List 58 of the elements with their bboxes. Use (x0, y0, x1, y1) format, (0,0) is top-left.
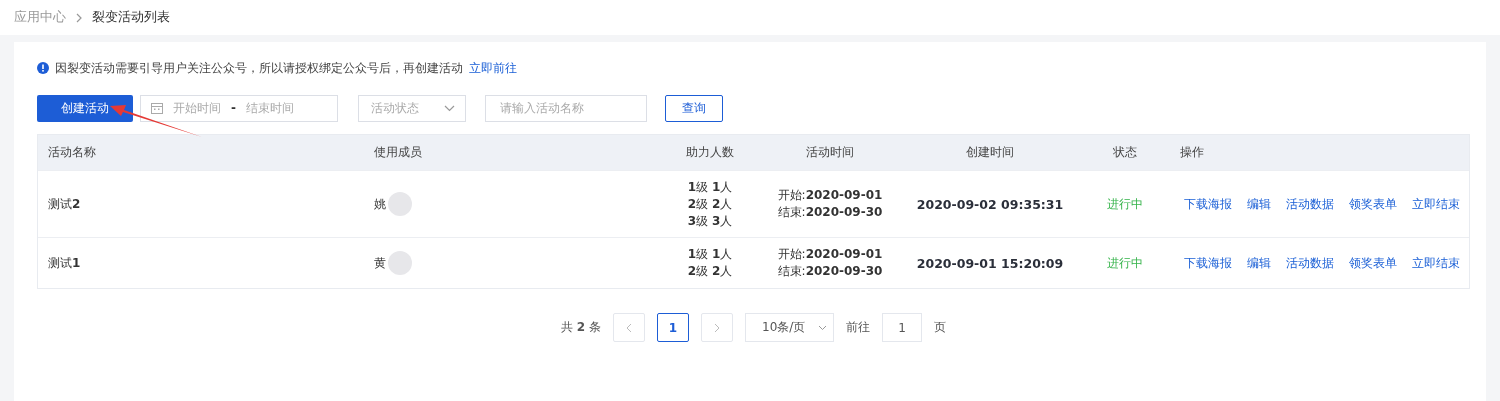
activity-name-field[interactable]: 请输入活动名称 (485, 94, 647, 122)
table-cell: 姚 (374, 195, 386, 213)
table-cell: 开始:2020-09-01 (777, 187, 883, 204)
next-page-button[interactable] (701, 313, 733, 342)
table-cell-text: 测试1 (47, 254, 82, 272)
chevron-right-icon (714, 322, 720, 333)
table-cell: 结束:2020-09-30 (777, 263, 883, 280)
breadcrumb-current: 裂变活动列表 (92, 9, 170, 26)
total-count: 共 2 条 (561, 319, 601, 336)
avatar-icon (388, 251, 412, 275)
goto-label: 前往 (846, 319, 870, 336)
status-text: 进行中 (1106, 254, 1144, 272)
column-header: 使用成员 (373, 144, 423, 161)
page-unit-label: 页 (934, 319, 946, 336)
goto-page-field[interactable]: 1 (882, 313, 922, 342)
table-cell: 开始:2020-09-01 (777, 246, 883, 263)
chevron-left-icon (626, 322, 632, 333)
chevron-down-icon (818, 324, 827, 331)
status-text: 进行中 (1106, 195, 1144, 213)
go-now-link[interactable]: 立即前往 (469, 60, 517, 76)
table-cell: 1级 1人 (687, 178, 733, 196)
chevron-right-icon (74, 12, 84, 23)
table-cell: 2级 2人 (687, 195, 733, 213)
table-cell: 黄 (374, 254, 386, 272)
column-header: 操作 (1179, 144, 1205, 161)
query-button[interactable]: 查询 (665, 94, 723, 122)
action-link[interactable]: 活动数据 (1286, 195, 1334, 213)
column-header: 状态 (1112, 144, 1138, 161)
action-link[interactable]: 立即结束 (1412, 254, 1460, 272)
avatar-icon (388, 192, 412, 216)
action-link[interactable]: 领奖表单 (1349, 195, 1397, 213)
table-cell: 1级 1人 (687, 246, 733, 263)
page-button[interactable]: 1 (657, 313, 689, 342)
prev-page-button[interactable] (613, 313, 645, 342)
column-header: 活动名称 (47, 144, 97, 161)
notice-text: 因裂变活动需要引导用户关注公众号，所以请授权绑定公众号后，再创建活动 (55, 60, 463, 76)
date-range-field[interactable]: 开始时间 - 结束时间 (140, 94, 338, 122)
action-link[interactable]: 领奖表单 (1349, 254, 1397, 272)
table-cell-text: 2020-09-01 15:20:09 (915, 255, 1065, 271)
chevron-down-icon (444, 104, 455, 112)
action-link[interactable]: 下载海报 (1184, 195, 1232, 213)
page-size-select[interactable]: 10条/页 (745, 313, 834, 342)
table-cell-text: 2020-09-02 09:35:31 (915, 196, 1065, 212)
table-cell: 3级 3人 (687, 212, 733, 230)
column-header: 创建时间 (965, 144, 1015, 161)
action-link[interactable]: 下载海报 (1184, 254, 1232, 272)
column-header: 助力人数 (685, 144, 735, 161)
table-cell: 结束:2020-09-30 (777, 204, 883, 221)
info-icon (37, 62, 49, 74)
action-link[interactable]: 编辑 (1247, 254, 1271, 272)
create-activity-button[interactable]: 创建活动 (37, 94, 133, 122)
table-cell-text: 测试2 (47, 195, 82, 213)
table-cell: 2级 2人 (687, 263, 733, 280)
column-header: 活动时间 (805, 144, 855, 161)
calendar-icon (151, 102, 163, 114)
action-link[interactable]: 活动数据 (1286, 254, 1334, 272)
action-link[interactable]: 编辑 (1247, 195, 1271, 213)
action-link[interactable]: 立即结束 (1412, 195, 1460, 213)
